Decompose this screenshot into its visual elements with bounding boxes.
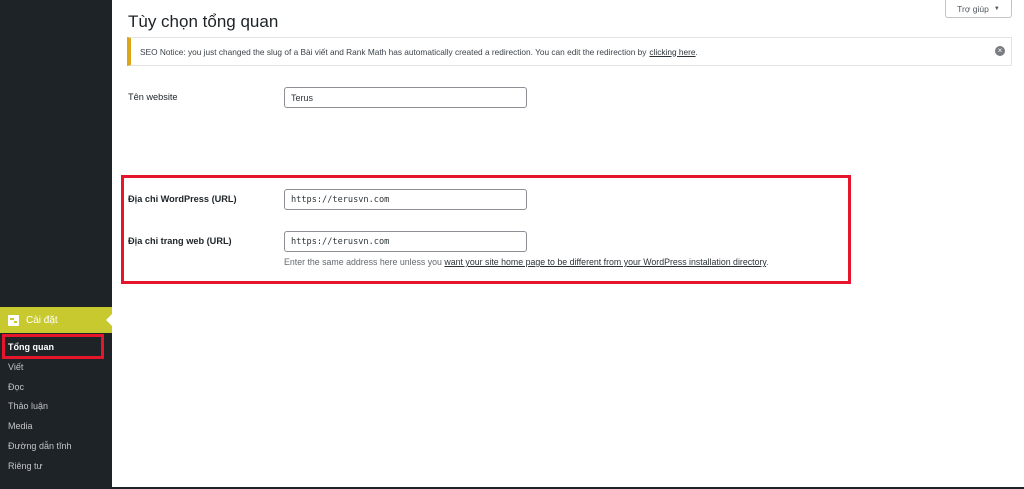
submenu-item-privacy[interactable]: Riêng tư [0, 457, 112, 477]
notice-redirect-link[interactable]: clicking here [649, 47, 695, 57]
admin-sidebar: Cài đặt Tổng quan Viết Đọc Thảo luận Med… [0, 0, 112, 489]
wp-url-label: Địa chỉ WordPress (URL) [128, 194, 237, 204]
site-url-input[interactable]: https://terusvn.com [284, 231, 527, 252]
site-title-input[interactable]: Terus [284, 87, 527, 108]
help-button[interactable]: Trợ giúp ▼ [945, 0, 1012, 18]
site-title-label: Tên website [128, 92, 178, 102]
submenu-item-discussion[interactable]: Thảo luận [0, 397, 112, 417]
site-url-desc-text: Enter the same address here unless you [284, 257, 442, 267]
site-url-desc-end: . [766, 257, 769, 267]
site-title-value: Terus [291, 92, 314, 103]
wp-url-input[interactable]: https://terusvn.com [284, 189, 527, 210]
close-icon[interactable]: × [995, 46, 1005, 56]
settings-icon [8, 314, 19, 326]
notice-text: SEO Notice: you just changed the slug of… [140, 46, 647, 57]
submenu-item-media[interactable]: Media [0, 417, 112, 437]
menu-item-settings[interactable]: Cài đặt [0, 307, 112, 333]
submenu-item-permalinks[interactable]: Đường dẫn tĩnh [0, 437, 112, 457]
site-url-value: https://terusvn.com [291, 236, 390, 247]
page-title: Tùy chọn tổng quan [128, 12, 279, 31]
help-button-label: Trợ giúp [957, 3, 989, 14]
submenu-item-writing[interactable]: Viết [0, 358, 112, 378]
general-highlight-box [2, 334, 104, 359]
menu-item-settings-label: Cài đặt [26, 314, 58, 326]
seo-notice: SEO Notice: you just changed the slug of… [127, 37, 1012, 66]
site-url-desc-link[interactable]: want your site home page to be different… [444, 257, 766, 267]
caret-down-icon: ▼ [993, 5, 1000, 12]
site-url-description: Enter the same address here unless you w… [284, 257, 769, 267]
site-url-label: Địa chỉ trang web (URL) [128, 236, 232, 246]
wp-url-value: https://terusvn.com [291, 194, 390, 205]
notice-end: . [695, 46, 698, 57]
submenu-item-reading[interactable]: Đọc [0, 378, 112, 398]
main-content: Tùy chọn tổng quan Trợ giúp ▼ SEO Notice… [112, 0, 1024, 489]
